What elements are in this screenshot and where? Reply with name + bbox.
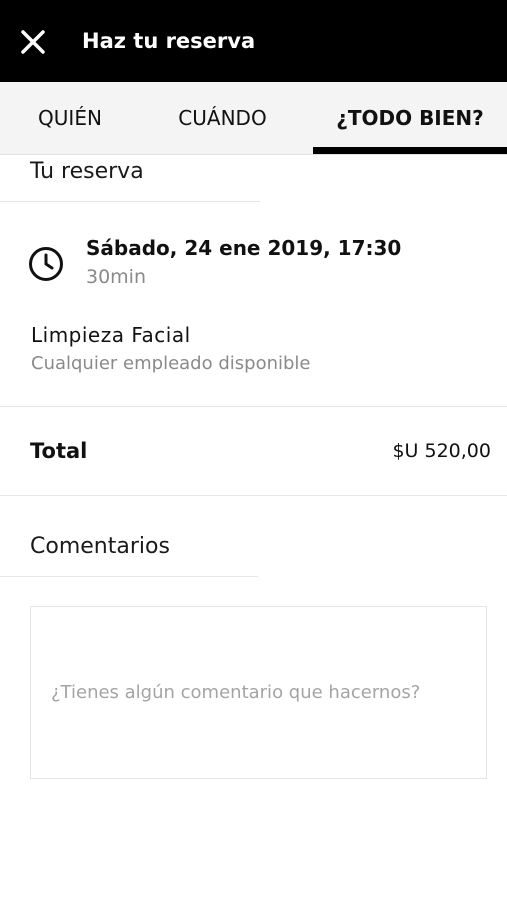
active-tab-indicator — [313, 147, 507, 154]
service-employee: Cualquier empleado disponible — [31, 353, 311, 374]
comments-section-title: Comentarios — [30, 534, 170, 559]
booking-date-time: Sábado, 24 ene 2019, 17:30 — [86, 236, 402, 260]
total-top-divider — [0, 406, 507, 407]
booking-duration: 30min — [86, 266, 147, 288]
comments-input[interactable] — [30, 606, 487, 779]
total-label: Total — [30, 439, 88, 463]
comments-title-divider — [0, 576, 258, 577]
page-title: Haz tu reserva — [82, 29, 256, 53]
tab-cuando[interactable]: CUÁNDO — [140, 82, 305, 154]
booking-title-divider — [0, 201, 260, 202]
total-value: $U 520,00 — [392, 440, 491, 462]
step-tabs: QUIÉN CUÁNDO ¿TODO BIEN? — [0, 82, 507, 155]
clock-icon — [29, 247, 63, 281]
service-name: Limpieza Facial — [31, 323, 191, 347]
total-bottom-divider — [0, 495, 507, 496]
tab-quien[interactable]: QUIÉN — [0, 82, 140, 154]
close-button[interactable] — [18, 27, 48, 57]
tab-todo-bien[interactable]: ¿TODO BIEN? — [313, 82, 507, 154]
booking-section-title: Tu reserva — [30, 159, 144, 184]
close-icon — [21, 30, 45, 54]
app-header: Haz tu reserva — [0, 0, 507, 82]
